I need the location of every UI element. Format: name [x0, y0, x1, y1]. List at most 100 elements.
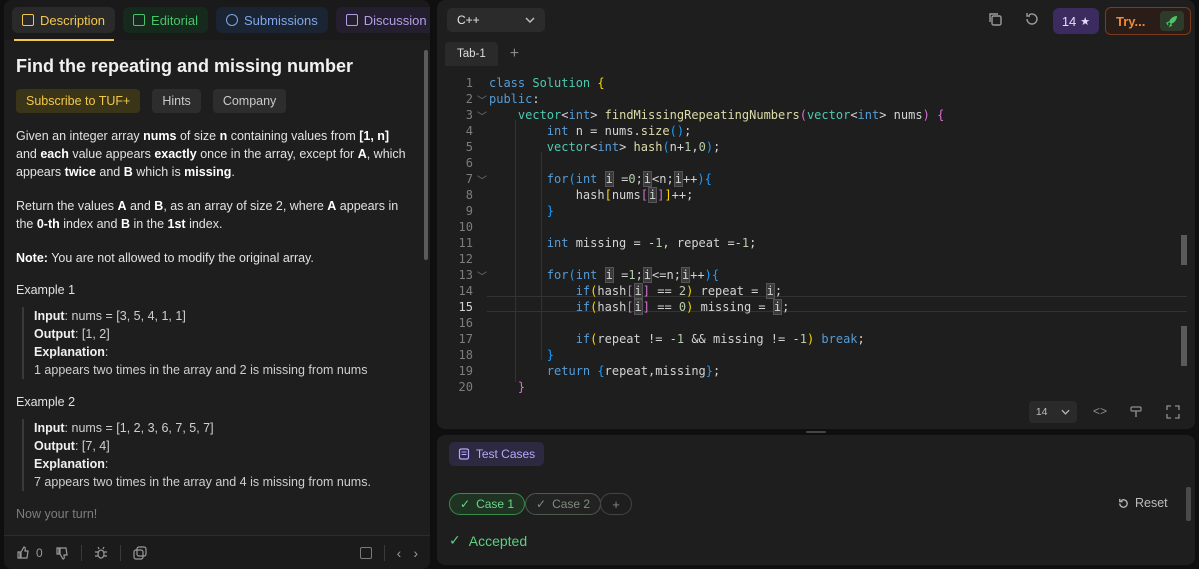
line-number: 1 — [465, 76, 473, 90]
format-code-icon[interactable] — [1129, 405, 1143, 419]
now-your-turn: Now your turn! — [16, 507, 98, 521]
case-1-button[interactable]: ✓ Case 1 — [449, 493, 526, 515]
code-line: if(hash[i] == 2) repeat = i; — [575, 283, 783, 299]
chevron-right-icon: › — [413, 544, 418, 561]
problem-title: Find the repeating and missing number — [16, 56, 354, 76]
like-count: 0 — [36, 545, 43, 560]
line-number: 18 — [458, 348, 473, 362]
editor-toolbar: C++ 14 ★ Try... — [437, 0, 1195, 40]
code-line: } — [546, 204, 555, 218]
fold-chevron-icon[interactable]: ﹀ — [477, 108, 487, 123]
language-select[interactable]: C++ — [447, 8, 545, 32]
test-scrollbar[interactable] — [1186, 487, 1191, 521]
share-button[interactable] — [133, 545, 147, 560]
tab-submissions[interactable]: Submissions — [216, 7, 328, 33]
document-icon — [22, 14, 34, 26]
code-line: if(hash[i] == 0) missing = i; — [575, 299, 790, 315]
line-number-current: 15 — [458, 300, 473, 314]
report-bug-button[interactable] — [94, 546, 108, 560]
tab-label: Description — [40, 12, 106, 28]
result-label: Accepted — [468, 532, 528, 549]
code-editor-panel: C++ 14 ★ Try... Tab-1 + 1 2 3 4 5 6 7 8 … — [437, 0, 1195, 429]
tab-editorial[interactable]: Editorial — [123, 7, 208, 33]
thumbs-up-icon — [17, 545, 29, 559]
tab-discussion[interactable]: Discussion — [335, 7, 430, 33]
problem-panel: Description Editorial Submissions Discus… — [4, 0, 430, 569]
bookmark-icon — [359, 546, 372, 559]
line-number: 3 — [465, 108, 473, 122]
divider — [80, 544, 82, 561]
code-line: } — [546, 348, 555, 362]
line-number: 14 — [458, 284, 473, 298]
editor-scrollbar[interactable] — [1181, 235, 1187, 265]
streak-badge[interactable]: 14 ★ — [1053, 8, 1099, 34]
problem-chips: Subscribe to TUF+ Hints Company — [16, 89, 408, 113]
bug-icon — [94, 546, 107, 559]
divider — [383, 544, 385, 561]
code-line: return {repeat,missing}; — [546, 364, 721, 378]
problem-description: Find the repeating and missing number Su… — [4, 44, 420, 534]
test-cases-tab[interactable]: Test Cases — [449, 442, 544, 466]
resize-handle[interactable] — [806, 431, 826, 433]
code-line: vector<int> hash(n+1,0); — [546, 140, 721, 154]
reset-icon — [1119, 498, 1128, 508]
font-size-select[interactable]: 14 — [1029, 401, 1077, 423]
add-tab-icon[interactable]: + — [510, 45, 519, 63]
chevron-left-icon: ‹ — [396, 544, 402, 561]
fullscreen-icon[interactable] — [1166, 405, 1180, 419]
code-line: if(repeat != -1 && missing != -1) break; — [575, 332, 865, 346]
line-number: 17 — [458, 332, 473, 346]
code-line: for(int i =0;i<n;i++){ — [546, 171, 712, 187]
reset-button[interactable]: Reset — [1117, 496, 1168, 510]
code-brackets-icon[interactable]: <> — [1093, 404, 1107, 418]
try-button[interactable]: Try... — [1105, 7, 1191, 35]
line-number: 2 — [465, 92, 473, 106]
copy-icon[interactable] — [987, 11, 1003, 27]
reset-code-icon[interactable] — [1024, 11, 1040, 27]
line-number: 11 — [458, 236, 473, 250]
active-tab-indicator — [14, 39, 114, 41]
dislike-button[interactable] — [55, 546, 69, 560]
case-2-button[interactable]: ✓ Case 2 — [525, 493, 602, 515]
prev-problem-button[interactable]: ‹ — [397, 545, 402, 561]
editor-scrollbar[interactable] — [1181, 326, 1187, 366]
copy-link-icon — [133, 545, 147, 560]
description-scrollbar[interactable] — [424, 50, 428, 260]
line-number: 12 — [458, 252, 473, 266]
problem-footer: 0 ‹ › — [4, 535, 430, 569]
tab-label: Editorial — [151, 12, 198, 28]
check-icon: ✓ — [449, 532, 461, 548]
code-line: public: — [489, 92, 540, 106]
fold-chevron-icon[interactable]: ﹀ — [477, 92, 487, 107]
check-icon: ✓ — [460, 497, 471, 511]
chevron-down-icon — [1061, 409, 1070, 415]
bookmark-button[interactable] — [359, 546, 372, 559]
result-status: ✓ Accepted — [449, 532, 527, 549]
like-button[interactable]: 0 — [16, 546, 43, 560]
line-number: 6 — [465, 156, 473, 170]
line-number: 9 — [465, 204, 473, 218]
test-cases-panel: Test Cases ✓ Case 1 ✓ Case 2 + Reset ✓ A… — [437, 435, 1195, 565]
test-cases-label: Test Cases — [475, 447, 536, 461]
hints-button[interactable]: Hints — [152, 89, 201, 113]
case-label: Case 2 — [552, 497, 591, 511]
check-icon: ✓ — [536, 497, 547, 511]
streak-count: 14 — [1061, 13, 1077, 29]
reset-label: Reset — [1135, 496, 1168, 510]
fold-chevron-icon[interactable]: ﹀ — [477, 268, 487, 283]
code-area[interactable]: 1 2 3 4 5 6 7 8 9 10 11 12 13 14 15 16 1… — [437, 72, 1195, 394]
editor-tabs: Tab-1 + — [437, 40, 1195, 68]
tab-description[interactable]: Description — [12, 7, 116, 33]
next-problem-button[interactable]: › — [413, 545, 418, 561]
list-icon — [458, 448, 469, 460]
company-button[interactable]: Company — [212, 89, 287, 113]
tab-1[interactable]: Tab-1 — [445, 42, 498, 66]
add-case-button[interactable]: + — [600, 493, 632, 515]
line-number: 20 — [458, 380, 473, 394]
fold-chevron-icon[interactable]: ﹀ — [477, 172, 487, 187]
subscribe-button[interactable]: Subscribe to TUF+ — [16, 89, 141, 113]
line-number: 7 — [465, 172, 473, 186]
code-line: } — [517, 380, 526, 394]
line-number: 16 — [458, 316, 473, 330]
code-line: hash[nums[i]]++; — [489, 187, 694, 203]
